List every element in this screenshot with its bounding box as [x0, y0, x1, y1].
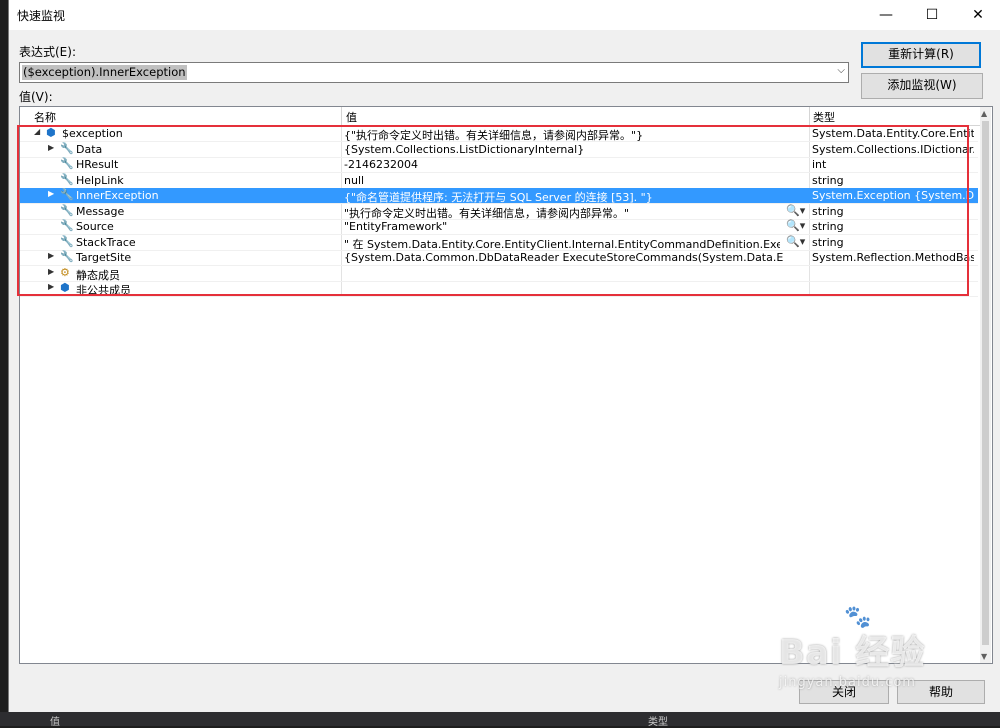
expand-arrow-icon[interactable]: ▶: [48, 251, 54, 260]
quickwatch-dialog: 快速监视 — ☐ ✕ 表达式(E): ($exception).InnerExc…: [8, 0, 1000, 712]
wrench-icon: 🔧: [60, 234, 74, 248]
row-name: Message: [76, 204, 125, 218]
scrollbar-thumb[interactable]: [982, 121, 989, 645]
chevron-down-icon[interactable]: ⌵: [837, 65, 845, 76]
minimize-button[interactable]: —: [863, 0, 909, 30]
row-value[interactable]: null: [344, 174, 784, 187]
title-bar: 快速监视 — ☐ ✕: [9, 0, 1000, 30]
table-row[interactable]: ▶ 🔧 TargetSite {System.Data.Common.DbDataRe…: [20, 250, 978, 266]
wrench-icon: 🔧: [60, 157, 74, 170]
row-type: System.Data.Entity.Core.Entity...: [812, 127, 974, 140]
wrench-icon: 🔧: [60, 219, 74, 232]
row-name: HResult: [76, 158, 119, 171]
row-type: System.Collections.IDictionar...: [812, 142, 974, 156]
watch-grid[interactable]: 名称 值 类型 ◢ ⬢ $exception {"执行命令定义时出错。有关详细信息，请…: [19, 106, 993, 664]
close-window-button[interactable]: ✕: [955, 0, 1000, 30]
expand-arrow-icon[interactable]: ▶: [48, 143, 54, 152]
wrench-icon: 🔧: [60, 141, 74, 155]
value-label: 值(V):: [19, 90, 53, 104]
scroll-down-arrow-icon[interactable]: ▼: [981, 652, 987, 661]
row-name: $exception: [62, 127, 123, 140]
column-divider[interactable]: [341, 107, 342, 125]
row-type: string: [812, 235, 844, 249]
table-row[interactable]: ▶ ⚙ 静态成员: [20, 266, 978, 282]
text-visualizer-icon[interactable]: 🔍▾: [786, 204, 805, 217]
row-value[interactable]: {System.Data.Common.DbDataReader Execute…: [344, 251, 784, 264]
row-name: StackTrace: [76, 235, 136, 249]
row-type: System.Reflection.MethodBas...: [812, 251, 974, 264]
table-row[interactable]: ▶ 🔧 InnerException {"命名管道提供程序: 无法打开与 SQL Se…: [20, 188, 978, 204]
row-type: string: [812, 204, 844, 218]
row-value[interactable]: {System.Collections.ListDictionaryIntern…: [344, 143, 784, 156]
expression-input[interactable]: ($exception).InnerException: [22, 65, 187, 80]
row-name: TargetSite: [76, 251, 132, 264]
expand-arrow-icon[interactable]: ▶: [48, 267, 54, 276]
row-type: string: [812, 173, 844, 187]
ide-bottom-bar: 值 类型: [0, 712, 1000, 728]
vertical-scrollbar[interactable]: ▲ ▼: [980, 107, 991, 663]
static-members-icon: ⚙: [60, 265, 70, 279]
column-header-value[interactable]: 值: [346, 109, 357, 125]
row-type: System.Exception {System.Dat...: [812, 189, 974, 202]
maximize-button[interactable]: ☐: [909, 0, 955, 30]
text-visualizer-icon[interactable]: 🔍▾: [786, 235, 805, 248]
column-header-name[interactable]: 名称: [34, 109, 56, 125]
baidu-watermark: 🐾 Bai 经验 jingyan.baidu.com: [769, 605, 969, 705]
expression-combobox[interactable]: ($exception).InnerException ⌵: [19, 62, 849, 83]
reevaluate-button[interactable]: 重新计算(R): [861, 42, 981, 68]
scroll-up-arrow-icon[interactable]: ▲: [981, 109, 987, 118]
wrench-icon: 🔧: [60, 188, 74, 201]
table-row[interactable]: 🔧 StackTrace " 在 System.Data.Entity.Core.E…: [20, 235, 978, 251]
table-row[interactable]: ▶ ⬢ 非公共成员: [20, 281, 978, 297]
table-row[interactable]: ▶ 🔧 Data {System.Collections.ListDictionary…: [20, 142, 978, 158]
column-header-type[interactable]: 类型: [813, 109, 835, 125]
row-value[interactable]: -2146232004: [344, 158, 784, 171]
ide-background-strip: [0, 0, 8, 726]
row-name: HelpLink: [76, 173, 124, 187]
row-type: int: [812, 158, 827, 171]
table-row[interactable]: ◢ ⬢ $exception {"执行命令定义时出错。有关详细信息，请参阅内部异常。"…: [20, 126, 978, 142]
row-name: 非公共成员: [76, 284, 131, 297]
table-row[interactable]: 🔧 Message "执行命令定义时出错。有关详细信息，请参阅内部异常。" 🔍▾ str…: [20, 204, 978, 220]
row-type: string: [812, 220, 844, 233]
text-visualizer-icon[interactable]: 🔍▾: [786, 219, 805, 232]
table-row[interactable]: 🔧 HResult -2146232004 int: [20, 157, 978, 173]
wrench-icon: 🔧: [60, 250, 74, 263]
window-title: 快速监视: [17, 9, 66, 23]
wrench-icon: 🔧: [60, 172, 74, 186]
object-icon: ⬢: [60, 281, 70, 294]
expression-label: 表达式(E):: [19, 45, 76, 59]
row-value[interactable]: "EntityFramework": [344, 220, 780, 233]
column-divider[interactable]: [809, 107, 810, 125]
grid-header: 名称 值 类型: [20, 107, 980, 126]
table-row[interactable]: 🔧 Source "EntityFramework" 🔍▾ string: [20, 219, 978, 235]
watermark-brand: Bai 经验: [779, 633, 926, 673]
watermark-url: jingyan.baidu.com: [779, 675, 916, 690]
row-name: Data: [76, 142, 103, 156]
table-row[interactable]: 🔧 HelpLink null string: [20, 173, 978, 189]
add-watch-button[interactable]: 添加监视(W): [861, 73, 983, 99]
wrench-icon: 🔧: [60, 203, 74, 217]
collapse-arrow-icon[interactable]: ◢: [34, 127, 40, 136]
expand-arrow-icon[interactable]: ▶: [48, 189, 54, 198]
object-icon: ⬢: [46, 126, 56, 139]
expand-arrow-icon[interactable]: ▶: [48, 282, 54, 291]
row-name: Source: [76, 220, 114, 233]
row-name: InnerException: [76, 189, 159, 202]
